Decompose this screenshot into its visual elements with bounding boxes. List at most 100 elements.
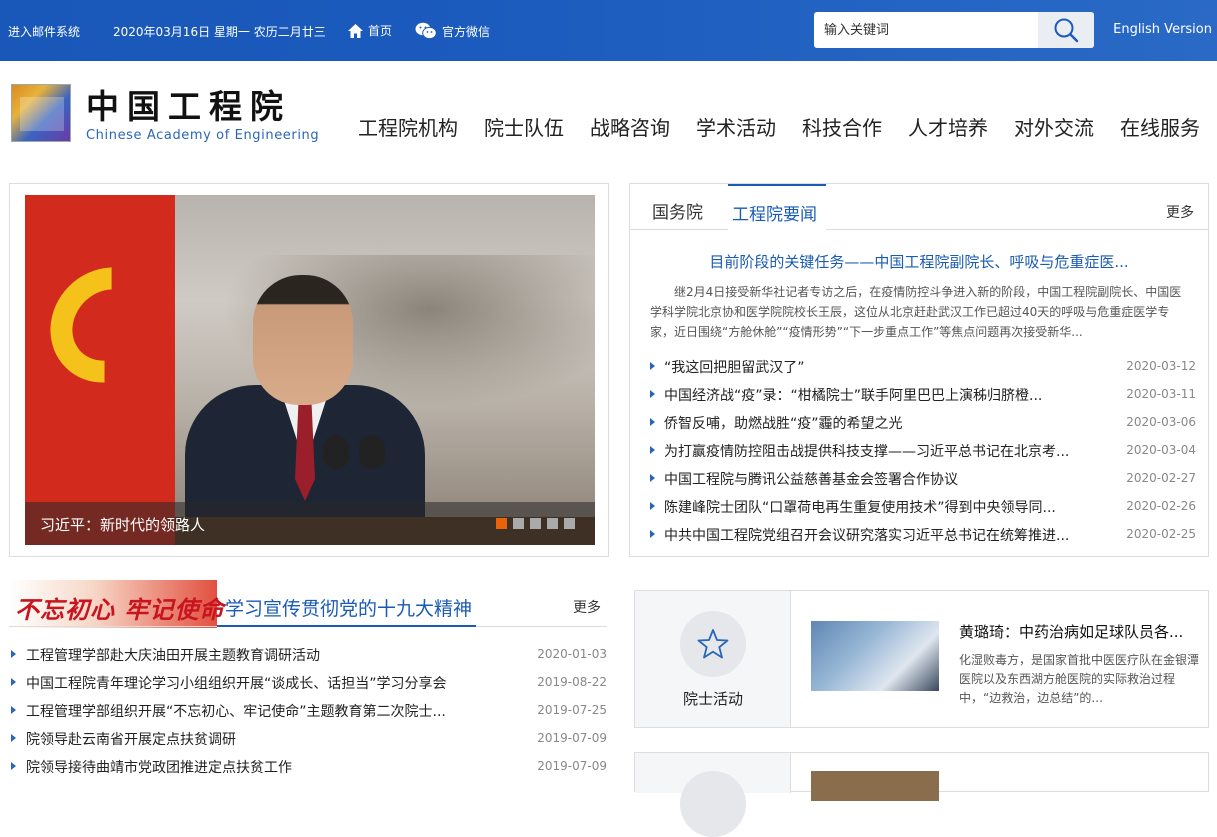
bullet-icon	[650, 362, 655, 370]
logo-chinese-name[interactable]: 中国工程院	[86, 80, 291, 128]
english-version-link[interactable]: English Version	[1113, 22, 1212, 37]
next-card	[634, 752, 1209, 837]
carousel-dots	[496, 518, 575, 529]
academician-article-desc: 化湿败毒方，是国家首批中医医疗队在金银潭医院以及东西湖方舱医院的实际救治过程中，…	[959, 653, 1200, 705]
news-item-title[interactable]: 为打赢疫情防控阻击战提供科技支撑——习近平总书记在北京考...	[664, 441, 1069, 461]
carousel-caption[interactable]: 习近平：新时代的领路人	[40, 514, 205, 535]
bullet-icon	[11, 678, 16, 686]
list-item[interactable]: 工程管理学部赴大庆油田开展主题教育调研活动 2020-01-03	[9, 642, 607, 670]
flag-graphic	[25, 195, 190, 545]
bullet-icon	[650, 446, 655, 454]
bullet-icon	[11, 650, 16, 658]
list-item[interactable]: 院领导接待曲靖市党政团推进定点扶贫工作 2019-07-09	[9, 754, 607, 782]
bullet-icon	[650, 502, 655, 510]
wechat-link[interactable]: 官方微信	[415, 22, 490, 40]
home-icon	[348, 23, 363, 38]
bullet-icon	[11, 706, 16, 714]
study-item-title[interactable]: 工程管理学部赴大庆油田开展主题教育调研活动	[26, 645, 320, 665]
main-nav: 工程院机构 院士队伍 战略咨询 学术活动 科技合作 人才培养 对外交流 在线服务	[358, 112, 1200, 141]
study-section-title[interactable]: 学习宣传贯彻党的十九大精神	[225, 594, 472, 621]
next-card-tab[interactable]	[635, 753, 791, 837]
nav-item-consulting[interactable]: 战略咨询	[590, 112, 670, 141]
logo-english-name[interactable]: Chinese Academy of Engineering	[86, 128, 319, 143]
news-item-date: 2020-02-27	[1126, 471, 1196, 485]
news-item-title[interactable]: 中国工程院与腾讯公益慈善基金会签署合作协议	[664, 469, 958, 489]
divider-accent	[217, 625, 476, 627]
carousel-image[interactable]: 习近平：新时代的领路人	[25, 195, 595, 545]
study-banner[interactable]: 不忘初心 牢记使命	[9, 580, 223, 628]
news-item-date: 2020-03-11	[1126, 387, 1196, 401]
home-link[interactable]: 首页	[347, 22, 392, 39]
cae-logo-icon[interactable]	[11, 84, 71, 142]
study-item-title[interactable]: 工程管理学部组织开展“不忘初心、牢记使命”主题教育第二次院士...	[26, 701, 446, 721]
list-item[interactable]: 中国经济战“疫”录：“柑橘院士”联手阿里巴巴上演秭归脐橙... 2020-03-1…	[650, 382, 1196, 410]
carousel-dot[interactable]	[496, 518, 507, 529]
bullet-icon	[650, 530, 655, 538]
tab-state-council[interactable]: 国务院	[652, 198, 703, 223]
study-item-date: 2019-07-09	[537, 731, 607, 745]
news-item-title[interactable]: 陈建峰院士团队“口罩荷电再生重复使用技术”得到中央领导同...	[664, 497, 1056, 517]
study-list: 工程管理学部赴大庆油田开展主题教育调研活动 2020-01-03 中国工程院青年理…	[9, 642, 607, 782]
study-more-link[interactable]: 更多	[573, 597, 601, 617]
bullet-icon	[650, 418, 655, 426]
news-summary: 继2月4日接受新华社记者专访之后，在疫情防控斗争进入新的阶段，中国工程院副院长、…	[650, 285, 1182, 339]
list-item[interactable]: 中国工程院与腾讯公益慈善基金会签署合作协议 2020-02-27	[650, 466, 1196, 494]
nav-item-cooperation[interactable]: 科技合作	[802, 112, 882, 141]
nav-item-talent[interactable]: 人才培养	[908, 112, 988, 141]
news-item-title[interactable]: 中共中国工程院党组召开会议研究落实习近平总书记在统筹推进...	[664, 525, 1069, 545]
news-item-date: 2020-02-26	[1126, 499, 1196, 513]
nav-item-academicians[interactable]: 院士队伍	[484, 112, 564, 141]
study-item-date: 2020-01-03	[537, 647, 607, 661]
star-icon	[680, 611, 746, 677]
list-item[interactable]: 陈建峰院士团队“口罩荷电再生重复使用技术”得到中央领导同... 2020-02-2…	[650, 494, 1196, 522]
list-item[interactable]: 侨智反哺，助燃战胜“疫”霾的希望之光 2020-03-06	[650, 410, 1196, 438]
list-item[interactable]: 为打赢疫情防控阻击战提供科技支撑——习近平总书记在北京考... 2020-03-0…	[650, 438, 1196, 466]
carousel-dot[interactable]	[564, 518, 575, 529]
list-item[interactable]: 工程管理学部组织开展“不忘初心、牢记使命”主题教育第二次院士... 2019-07…	[9, 698, 607, 726]
tab-cae-news[interactable]: 工程院要闻	[728, 184, 826, 230]
home-label: 首页	[368, 24, 393, 38]
bullet-icon	[650, 390, 655, 398]
nav-item-institutions[interactable]: 工程院机构	[358, 112, 458, 141]
news-headline[interactable]: 目前阶段的关键任务——中国工程院副院长、呼吸与危重症医...	[630, 251, 1208, 272]
study-item-title[interactable]: 院领导接待曲靖市党政团推进定点扶贫工作	[26, 757, 292, 777]
next-card-photo[interactable]	[811, 771, 939, 801]
nav-item-academic[interactable]: 学术活动	[696, 112, 776, 141]
news-item-date: 2020-03-06	[1126, 415, 1196, 429]
list-item[interactable]: 中共中国工程院党组召开会议研究落实习近平总书记在统筹推进... 2020-02-2…	[650, 522, 1196, 550]
bullet-icon	[650, 474, 655, 482]
carousel-dot[interactable]	[530, 518, 541, 529]
search-input[interactable]	[814, 12, 1038, 48]
news-more-link[interactable]: 更多	[1166, 202, 1194, 222]
study-item-title[interactable]: 中国工程院青年理论学习小组组织开展“谈成长、话担当”学习分享会	[26, 673, 447, 693]
top-bar: 进入邮件系统 2020年03月16日 星期一 农历二月廿三 首页 官方微信 En…	[0, 0, 1217, 61]
nav-item-services[interactable]: 在线服务	[1120, 112, 1200, 141]
current-date: 2020年03月16日 星期一 农历二月廿三	[113, 25, 326, 39]
academician-article-title[interactable]: 黄璐琦：中药治病如足球队员各...	[959, 621, 1183, 642]
study-item-title[interactable]: 院领导赴云南省开展定点扶贫调研	[26, 729, 236, 749]
list-item[interactable]: 院领导赴云南省开展定点扶贫调研 2019-07-09	[9, 726, 607, 754]
news-item-date: 2020-03-04	[1126, 443, 1196, 457]
academician-photo[interactable]	[811, 621, 939, 691]
search-icon	[1054, 18, 1079, 43]
carousel-panel: 习近平：新时代的领路人	[9, 183, 609, 557]
mail-system-link[interactable]: 进入邮件系统	[8, 23, 80, 40]
news-item-title[interactable]: 中国经济战“疫”录：“柑橘院士”联手阿里巴巴上演秭归脐橙...	[664, 385, 1042, 405]
list-item[interactable]: 中国工程院青年理论学习小组组织开展“谈成长、话担当”学习分享会 2019-08-2…	[9, 670, 607, 698]
list-item[interactable]: “我这回把胆留武汉了” 2020-03-12	[650, 354, 1196, 382]
academician-activity-tab[interactable]: 院士活动	[635, 591, 791, 727]
study-item-date: 2019-07-09	[537, 759, 607, 773]
search-button[interactable]	[1038, 12, 1094, 48]
carousel-dot[interactable]	[513, 518, 524, 529]
news-item-date: 2020-03-12	[1126, 359, 1196, 373]
nav-item-exchange[interactable]: 对外交流	[1014, 112, 1094, 141]
news-list: “我这回把胆留武汉了” 2020-03-12 中国经济战“疫”录：“柑橘院士”联手…	[650, 354, 1196, 550]
news-item-title[interactable]: “我这回把胆留武汉了”	[664, 357, 805, 377]
wechat-label: 官方微信	[442, 24, 491, 39]
academician-activity-label: 院士活动	[682, 690, 743, 708]
carousel-caption-bar: 习近平：新时代的领路人	[25, 502, 595, 545]
carousel-dot[interactable]	[547, 518, 558, 529]
news-item-title[interactable]: 侨智反哺，助燃战胜“疫”霾的希望之光	[664, 413, 903, 433]
news-tabs: 国务院 工程院要闻 更多	[630, 184, 1208, 230]
search-box	[814, 12, 1094, 48]
